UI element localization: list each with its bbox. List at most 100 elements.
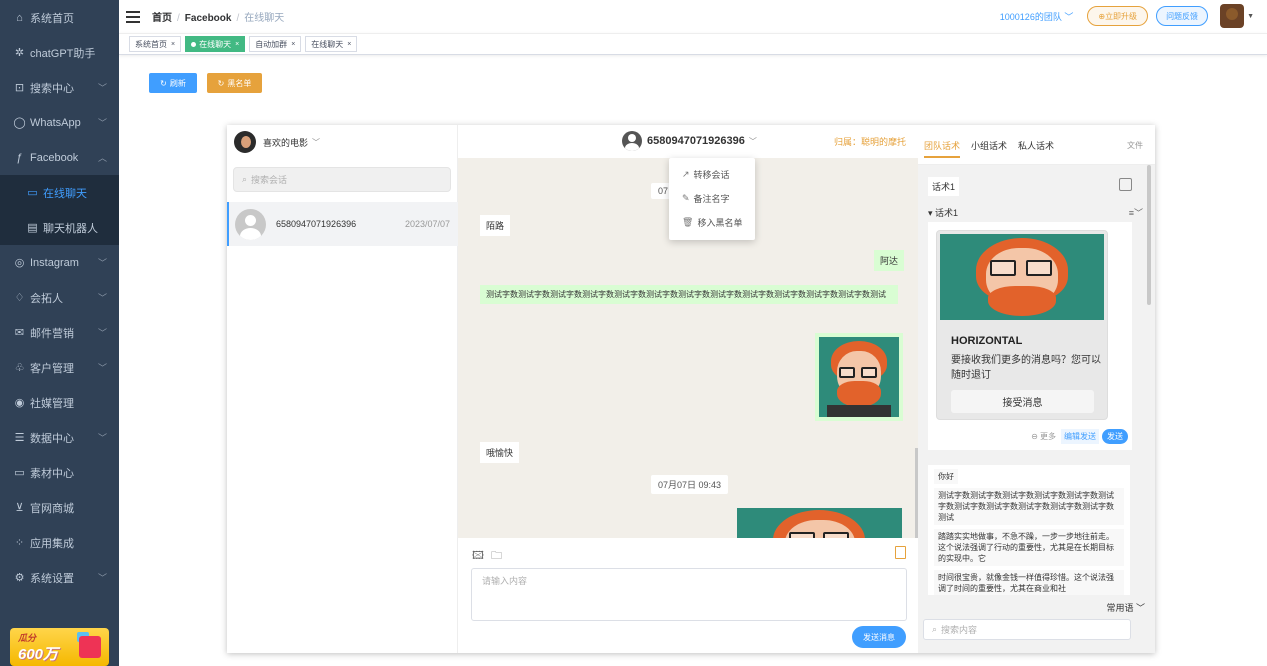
chevron-down-icon: ﹀ (97, 433, 107, 443)
breadcrumb-home[interactable]: 首页 (152, 13, 172, 24)
more-button[interactable]: ⊖ 更多 (1031, 431, 1056, 442)
sidebar-item-13[interactable]: ▭ 素材中心 (0, 455, 119, 490)
sidebar-item-15[interactable]: ⁘ 应用集成 (0, 525, 119, 560)
sidebar-item-label: 系统首页 (30, 12, 74, 25)
message-image[interactable] (815, 333, 903, 421)
sidebar-item-12[interactable]: ☰ 数据中心 ﹀ (0, 420, 119, 455)
sidebar-item-16[interactable]: ⚙ 系统设置 ﹀ (0, 560, 119, 595)
tab-tag-2[interactable]: 自动加群 × (249, 36, 302, 52)
mail-icon: ✉ (14, 327, 25, 339)
group-title: ▾ 话术1 (928, 208, 959, 218)
list-icon[interactable] (1119, 178, 1132, 191)
conversation-search-input[interactable]: ⌕ 搜索会话 (233, 167, 451, 192)
upgrade-button[interactable]: ⊕立即升级 (1087, 6, 1149, 26)
folder-icon[interactable]: 🗀 (491, 550, 502, 562)
tab-group-scripts[interactable]: 小组话术 (971, 139, 1007, 152)
breadcrumb-facebook[interactable]: Facebook (185, 13, 232, 24)
home-icon: ⌂ (16, 11, 23, 24)
feedback-button[interactable]: 问题反馈 (1156, 6, 1209, 26)
template-icon[interactable] (895, 546, 906, 559)
phrase-item[interactable]: 你好 (934, 469, 958, 484)
top-right-area: 1000126的团队 ﹀ ⊕立即升级 问题反馈 ▼ (1000, 4, 1254, 28)
sidebar-item-5[interactable]: ▭ 在线聊天 (0, 175, 119, 210)
script-group[interactable]: ▾ 话术1 ≡﹀ (928, 206, 1143, 219)
sidebar-item-label: 在线聊天 (43, 187, 87, 200)
blacklist-label: 黑名单 (227, 78, 252, 88)
sidebar-item-9[interactable]: ✉ 邮件营销 ﹀ (0, 315, 119, 350)
close-icon[interactable]: × (291, 41, 295, 48)
sidebar-item-7[interactable]: ◎ Instagram ﹀ (0, 245, 119, 280)
script-card-wrapper: HORIZONTAL 要接收我们更多的消息吗？您可以随时退订 接受消息 (928, 222, 1132, 450)
close-icon[interactable]: × (171, 41, 175, 48)
contact-avatar (622, 131, 642, 151)
contact-selector[interactable]: 6580947071926396 ﹀ (622, 131, 757, 151)
user-avatar[interactable] (1220, 4, 1245, 28)
sidebar-item-10[interactable]: ♧ 客户管理 ﹀ (0, 350, 119, 385)
sidebar-item-6[interactable]: ▤ 聊天机器人 (0, 210, 119, 245)
context-menu-item-2[interactable]: 🗑 移入黑名单 (669, 210, 755, 234)
edit-send-button[interactable]: 编辑发送 (1061, 428, 1099, 444)
tab-tag-1[interactable]: 在线聊天 × (185, 36, 246, 52)
sidebar-item-2[interactable]: ⊡ 搜索中心 ﹀ (0, 70, 119, 105)
blacklist-button[interactable]: ↻ 黑名单 (207, 73, 262, 93)
close-icon[interactable]: × (347, 41, 351, 48)
top-navbar: 首页 / Facebook / 在线聊天 1000126的团队 ﹀ ⊕立即升级 问题反馈… (119, 0, 1267, 33)
message-input[interactable]: 请输入内容 (471, 568, 907, 621)
script-search-input[interactable]: ⌕ 搜索内容 (923, 619, 1131, 640)
scripts-scrollbar[interactable] (1147, 165, 1151, 305)
menu-icon[interactable]: ≡﹀ (1129, 206, 1143, 219)
edit-icon: ✎ (682, 192, 690, 203)
chevron-down-icon: ﹀ (312, 137, 321, 147)
tab-tag-0[interactable]: 系统首页 × (129, 36, 182, 52)
message-image[interactable] (737, 508, 902, 538)
sidebar-item-label: 社媒管理 (30, 397, 74, 410)
caret-down-icon[interactable]: ▼ (1247, 13, 1254, 20)
image-icon[interactable]: 🖾 (472, 550, 484, 562)
sidebar-item-8[interactable]: ♢ 会拓人 ﹀ (0, 280, 119, 315)
context-menu-item-0[interactable]: ↗ 转移会话 (669, 162, 755, 186)
phrase-item[interactable]: 踏踏实实地做事，不急不躁，一步一步地往前走。这个说法强调了行动的重要性，尤其是在… (934, 529, 1124, 566)
sidebar-nav: ⌂ 系统首页 ✲ chatGPT助手 ⊡ 搜索中心 ﹀ ◯ WhatsApp ﹀ ƒ Facebook… (0, 0, 119, 595)
tab-private-scripts[interactable]: 私人话术 (1018, 139, 1054, 152)
apps-icon: ⁘ (14, 537, 25, 549)
sidebar-item-1[interactable]: ✲ chatGPT助手 (0, 35, 119, 70)
script-tag[interactable]: 话术1 (928, 177, 960, 196)
active-dot-icon (191, 41, 197, 47)
file-tab[interactable]: 文件 (1127, 140, 1143, 151)
sidebar-item-label: 客户管理 (30, 362, 74, 375)
common-phrases-toggle[interactable]: 常用语 ﹀ (1106, 601, 1145, 614)
settings-icon: ⚙ (14, 572, 25, 584)
account-selector[interactable]: 喜欢的电影 ﹀ (234, 131, 320, 153)
common-phrases-list: 你好 测试字数测试字数测试字数测试字数测试字数测试字数测试字数测试字数测试字数测… (928, 465, 1130, 595)
sidebar-item-label: chatGPT助手 (30, 47, 96, 60)
sidebar-item-14[interactable]: ⊻ 官网商城 (0, 490, 119, 525)
conversation-item[interactable]: 6580947071926396 2023/07/07 (227, 202, 458, 246)
accept-message-button[interactable]: 接受消息 (951, 390, 1094, 413)
promo-banner[interactable]: 瓜分 600万 (10, 628, 109, 666)
send-message-button[interactable]: 发送消息 (852, 626, 906, 648)
instagram-icon: ◎ (14, 257, 25, 269)
cartoon-avatar-image (819, 337, 899, 417)
send-script-button[interactable]: 发送 (1102, 428, 1128, 444)
sidebar-item-11[interactable]: ◉ 社媒管理 (0, 385, 119, 420)
team-selector[interactable]: 1000126的团队 ﹀ (1000, 10, 1074, 23)
sidebar-item-3[interactable]: ◯ WhatsApp ﹀ (0, 105, 119, 140)
refresh-button[interactable]: ↻ 刷新 (149, 73, 197, 93)
chevron-down-icon: ﹀ (97, 573, 107, 583)
context-menu-item-1[interactable]: ✎ 备注名字 (669, 186, 755, 210)
context-menu-label: 备注名字 (693, 193, 730, 204)
sidebar-item-0[interactable]: ⌂ 系统首页 (0, 0, 119, 35)
message-incoming: 哦愉快 (480, 442, 520, 463)
close-icon[interactable]: × (235, 41, 239, 48)
sidebar-item-label: 官网商城 (30, 502, 74, 515)
sidebar-item-4[interactable]: ƒ Facebook ︿ (0, 140, 119, 175)
tab-tag-3[interactable]: 在线聊天 × (305, 36, 358, 52)
hamburger-icon[interactable] (126, 10, 140, 23)
chevron-down-icon: ﹀ (748, 136, 757, 146)
tab-team-scripts[interactable]: 团队话术 (924, 139, 961, 158)
refresh-icon: ↻ (160, 78, 167, 88)
phrase-item[interactable]: 时间很宝贵，就像金钱一样值得珍惜。这个说法强调了时间的重要性，尤其在商业和社 (934, 570, 1124, 595)
phrase-item[interactable]: 测试字数测试字数测试字数测试字数测试字数测试字数测试字数测试字数测试字数测试字数… (934, 488, 1124, 525)
team-name: 1000126的团队 (999, 11, 1062, 22)
robot-icon: ▤ (27, 222, 38, 234)
